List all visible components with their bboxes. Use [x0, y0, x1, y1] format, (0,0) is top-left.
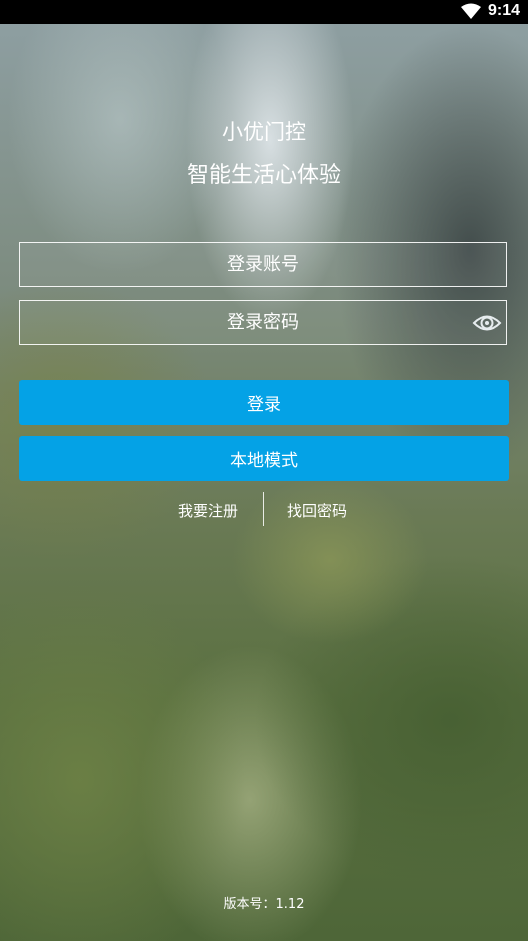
- local-mode-button[interactable]: 本地模式: [19, 436, 509, 481]
- status-bar: 9:14: [0, 0, 528, 24]
- login-button[interactable]: 登录: [19, 380, 509, 425]
- register-link[interactable]: 我要注册: [178, 500, 238, 521]
- app-title: 小优门控: [222, 120, 306, 144]
- auth-links: 我要注册 找回密码: [0, 492, 528, 526]
- password-field-container: [19, 300, 507, 345]
- password-input[interactable]: [20, 300, 506, 345]
- eye-icon[interactable]: [472, 311, 502, 335]
- version-label: 版本号：1.12: [223, 897, 305, 912]
- forgot-password-link[interactable]: 找回密码: [287, 500, 347, 521]
- username-field-container: [19, 242, 507, 287]
- login-screen: 9:14 小优门控 智能生活心体验 登录 本地模式 我要注册 找回密码 版本号：…: [0, 0, 528, 941]
- username-input[interactable]: [20, 242, 506, 287]
- app-subtitle: 智能生活心体验: [186, 163, 341, 188]
- link-divider: [263, 492, 264, 526]
- wifi-icon: [461, 3, 481, 19]
- status-time: 9:14: [487, 2, 520, 19]
